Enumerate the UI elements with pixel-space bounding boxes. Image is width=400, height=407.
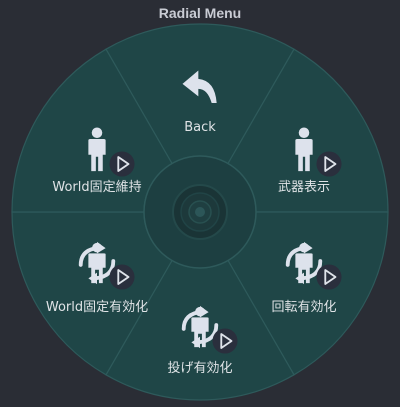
submenu-play-icon [109,151,135,177]
menu-item-label: 投げ有効化 [167,360,232,376]
menu-item-label: World固定維持 [52,180,141,195]
menu-item-label: World固定有効化 [46,300,148,315]
menu-item-label: 回転有効化 [271,300,336,315]
radial-menu: Back 武器表示回転有効化投げ有効化 World固定有効化 World固定維持 [11,23,389,401]
center-hub[interactable] [143,155,257,269]
menu-item-label: 武器表示 [278,180,330,195]
submenu-play-icon [316,151,342,177]
submenu-play-icon [316,264,342,290]
submenu-play-icon [109,264,135,290]
menu-item-label: Back [184,120,216,135]
submenu-play-icon [212,328,238,354]
